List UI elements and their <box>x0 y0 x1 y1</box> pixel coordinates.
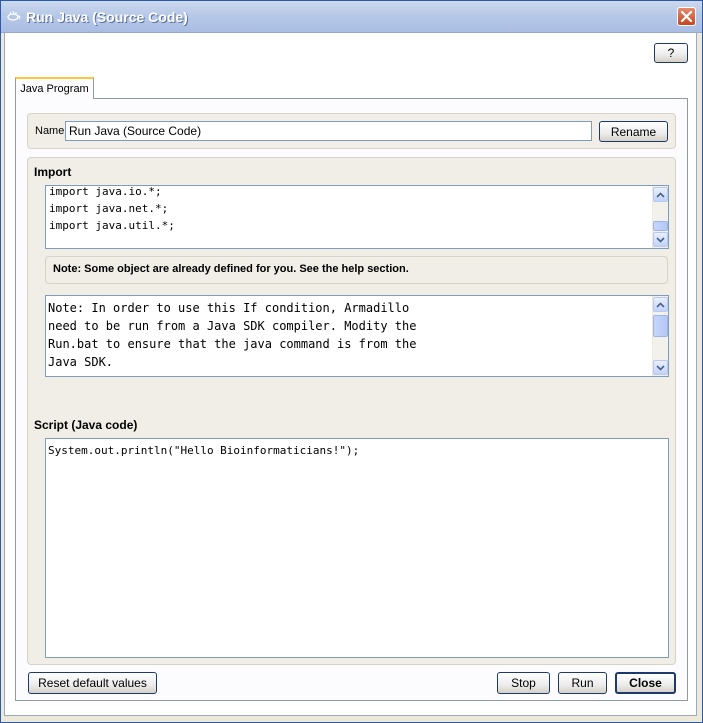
script-textarea[interactable]: System.out.println("Hello Bioinformatici… <box>45 438 669 658</box>
import-scrollbar[interactable] <box>652 186 668 248</box>
note-box: Note: Some object are already defined fo… <box>45 256 668 284</box>
help-button[interactable]: ? <box>654 43 688 63</box>
close-icon <box>680 10 693 23</box>
scroll-thumb[interactable] <box>653 221 668 231</box>
name-label: Name <box>35 125 65 137</box>
coffee-cup-icon <box>7 11 21 21</box>
name-input[interactable]: Run Java (Source Code) <box>65 121 592 141</box>
scroll-up-button[interactable] <box>653 297 668 312</box>
import-label: Import <box>34 165 72 179</box>
close-button[interactable]: Close <box>615 672 676 694</box>
run-button[interactable]: Run <box>558 672 607 694</box>
window-title: Run Java (Source Code) <box>26 9 188 25</box>
arrow-down-icon <box>656 236 665 243</box>
scroll-down-button[interactable] <box>653 232 668 247</box>
import-line: import java.io.*; <box>49 185 162 198</box>
import-line: import java.net.*; <box>49 202 169 215</box>
condition-line: Java SDK. <box>48 355 114 369</box>
scroll-up-button[interactable] <box>653 187 668 202</box>
rename-button[interactable]: Rename <box>599 121 668 142</box>
arrow-down-icon <box>656 364 665 371</box>
condition-textarea[interactable]: Note: In order to use this If condition,… <box>45 295 669 377</box>
import-line: import java.util.*; <box>49 219 175 232</box>
window-close-button[interactable] <box>677 7 696 26</box>
scroll-thumb[interactable] <box>653 315 668 337</box>
dialog-window: Run Java (Source Code) ? Java Program Na… <box>0 0 703 723</box>
condition-line: need to be run from a Java SDK compiler.… <box>48 319 417 333</box>
scroll-down-button[interactable] <box>653 360 668 375</box>
arrow-up-icon <box>656 301 665 308</box>
condition-scrollbar[interactable] <box>652 296 668 376</box>
script-label: Script (Java code) <box>34 418 138 432</box>
import-textarea[interactable]: import java.io.*; import java.net.*; imp… <box>45 185 669 249</box>
script-line: System.out.println("Hello Bioinformatici… <box>48 444 360 457</box>
stop-button[interactable]: Stop <box>497 672 550 694</box>
tab-java-program[interactable]: Java Program <box>15 77 94 99</box>
note-text: Note: Some object are already defined fo… <box>53 263 409 275</box>
condition-line: Run.bat to ensure that the java command … <box>48 337 417 351</box>
reset-default-values-button[interactable]: Reset default values <box>28 672 157 694</box>
arrow-up-icon <box>656 191 665 198</box>
title-bar[interactable]: Run Java (Source Code) <box>1 1 702 33</box>
condition-line: Note: In order to use this If condition,… <box>48 301 410 315</box>
